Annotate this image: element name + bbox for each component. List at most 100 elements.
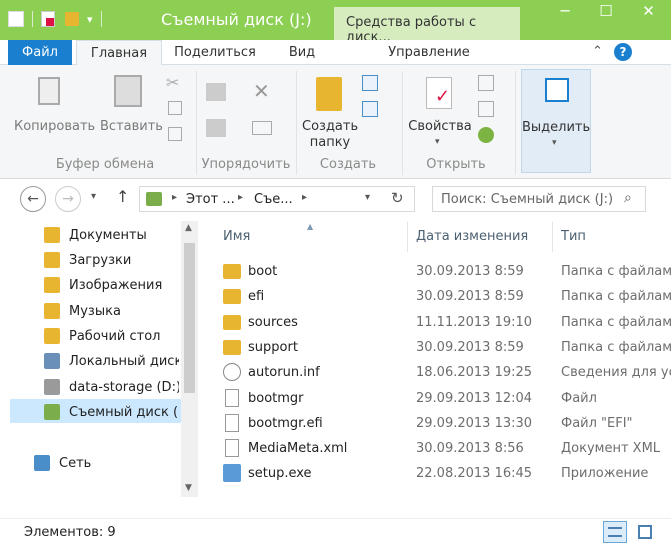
recent-locations-icon[interactable]: ▾ <box>91 191 96 202</box>
maximize-button[interactable]: ☐ <box>586 0 626 24</box>
scroll-down-icon[interactable]: ▼ <box>185 483 192 493</box>
desktop-icon <box>44 328 60 344</box>
file-name: bootmgr <box>248 390 304 406</box>
scroll-up-icon[interactable]: ▲ <box>185 223 192 233</box>
file-date: 30.09.2013 8:59 <box>416 339 524 355</box>
removable-drive-icon <box>44 404 60 420</box>
file-type: Папка с файлами <box>561 339 671 355</box>
scroll-thumb[interactable] <box>184 243 195 393</box>
easy-access-icon[interactable] <box>362 101 378 117</box>
new-item-icon[interactable] <box>362 75 378 91</box>
separator <box>32 11 33 27</box>
up-button[interactable]: ↑ <box>116 187 129 206</box>
file-name: sources <box>248 314 298 330</box>
large-icons-view-button[interactable] <box>633 521 657 543</box>
address-dropdown-icon[interactable]: ▾ <box>365 192 370 203</box>
tab-home[interactable]: Главная <box>76 40 162 66</box>
forward-button[interactable]: → <box>55 186 81 212</box>
breadcrumb-drive[interactable]: Съе... <box>254 192 293 207</box>
file-row[interactable]: MediaMeta.xml 30.09.2013 8:56 Документ XML <box>221 436 671 461</box>
move-to-icon[interactable] <box>206 83 226 101</box>
address-bar[interactable]: ▸ Этот ... ▸ Съе... ▸ ▾ ↻ <box>139 186 415 212</box>
search-box[interactable]: Поиск: Съемный диск (J:) ⌕ <box>432 186 646 212</box>
help-icon[interactable]: ? <box>614 43 632 61</box>
history-icon[interactable] <box>478 127 494 143</box>
nav-item-removable-drive[interactable]: Съемный диск (... <box>44 401 179 423</box>
nav-item-network[interactable]: Сеть <box>34 452 174 474</box>
open-icon[interactable] <box>478 75 494 91</box>
file-row[interactable]: bootmgr 29.09.2013 12:04 Файл <box>221 386 671 411</box>
nav-item-desktop[interactable]: Рабочий стол <box>44 325 179 347</box>
file-row[interactable]: setup.exe 22.08.2013 16:45 Приложение <box>221 461 671 486</box>
file-name: autorun.inf <box>248 365 320 381</box>
nav-item-local-disk[interactable]: Локальный диск <box>44 350 179 372</box>
file-row[interactable]: boot 30.09.2013 8:59 Папка с файлами <box>221 259 671 284</box>
file-row[interactable]: sources 11.11.2013 19:10 Папка с файлами <box>221 310 671 335</box>
nav-item-data-storage[interactable]: data-storage (D:) <box>44 376 179 398</box>
file-row[interactable]: autorun.inf 18.06.2013 19:25 Сведения для … <box>221 360 671 385</box>
close-button[interactable]: ✕ <box>627 0 670 24</box>
new-folder-label-line2: папку <box>309 135 351 150</box>
network-icon <box>34 455 50 471</box>
file-row[interactable]: support 30.09.2013 8:59 Папка с файлами <box>221 335 671 360</box>
properties-dropdown-icon[interactable]: ▾ <box>435 137 440 147</box>
new-folder-button[interactable]: Создать папку <box>302 71 358 153</box>
explorer-icon[interactable] <box>8 11 24 27</box>
tab-view[interactable]: Вид <box>278 40 326 65</box>
nav-item-music[interactable]: Музыка <box>44 300 179 322</box>
file-name: MediaMeta.xml <box>248 441 348 457</box>
copy-to-icon[interactable] <box>206 119 226 137</box>
rename-icon[interactable] <box>252 121 272 135</box>
tab-share[interactable]: Поделиться <box>165 40 265 65</box>
new-folder-qat-icon[interactable] <box>65 12 79 26</box>
folder-icon <box>223 289 241 305</box>
refresh-icon[interactable]: ↻ <box>391 189 404 207</box>
select-button[interactable]: Выделить ▾ <box>521 69 591 173</box>
nav-item-label: Изображения <box>69 277 163 293</box>
breadcrumb-this-pc[interactable]: Этот ... <box>186 192 235 207</box>
column-header-date[interactable]: Дата изменения <box>416 229 528 244</box>
copy-button[interactable]: Копировать <box>14 71 95 141</box>
file-name: efi <box>248 289 265 305</box>
copy-path-icon[interactable] <box>168 101 182 115</box>
nav-item-pictures[interactable]: Изображения <box>44 274 179 296</box>
edit-icon[interactable] <box>478 101 494 117</box>
column-separator[interactable] <box>552 222 553 252</box>
properties-qat-icon[interactable] <box>41 11 55 27</box>
paste-shortcut-icon[interactable] <box>168 127 182 141</box>
column-separator[interactable] <box>407 222 408 252</box>
breadcrumb-chevron-icon: ▸ <box>238 192 244 203</box>
details-view-button[interactable] <box>603 521 627 543</box>
file-row[interactable]: efi 30.09.2013 8:59 Папка с файлами <box>221 284 671 309</box>
search-input[interactable]: Поиск: Съемный диск (J:) <box>441 192 613 207</box>
properties-button[interactable]: ✓ Свойства ▾ <box>406 71 474 153</box>
drive-breadcrumb-icon <box>146 192 162 206</box>
file-type: Папка с файлами <box>561 289 671 305</box>
properties-label: Свойства <box>408 119 472 134</box>
details-view-icon <box>608 527 622 537</box>
nav-item-downloads[interactable]: Загрузки <box>44 249 179 271</box>
paste-button[interactable]: Вставить <box>100 71 163 141</box>
back-button[interactable]: ← <box>20 186 46 212</box>
collapse-ribbon-icon[interactable]: ⌃ <box>592 44 603 59</box>
cut-icon[interactable]: ✂ <box>166 73 179 92</box>
select-dropdown-icon: ▾ <box>552 138 557 148</box>
new-folder-icon <box>316 77 342 111</box>
nav-item-documents[interactable]: Документы <box>44 224 179 246</box>
qat-customize-icon[interactable]: ▾ <box>87 13 93 26</box>
file-type: Файл "EFI" <box>561 415 633 431</box>
nav-item-label: Музыка <box>69 303 121 319</box>
tab-manage[interactable]: Управление <box>358 40 500 65</box>
column-header-name[interactable]: Имя <box>223 229 250 244</box>
file-row[interactable]: bootmgr.efi 29.09.2013 13:30 Файл "EFI" <box>221 411 671 436</box>
search-icon[interactable]: ⌕ <box>624 190 632 206</box>
file-type: Папка с файлами <box>561 314 671 330</box>
nav-scrollbar[interactable]: ▲ ▼ <box>181 221 198 497</box>
column-header-type[interactable]: Тип <box>561 229 586 244</box>
group-separator <box>196 71 197 175</box>
minimize-button[interactable]: ─ <box>545 0 585 24</box>
delete-icon[interactable]: ✕ <box>253 79 270 103</box>
file-date: 29.09.2013 13:30 <box>416 415 533 431</box>
tab-file[interactable]: Файл <box>8 40 72 65</box>
file-name: boot <box>248 264 278 279</box>
